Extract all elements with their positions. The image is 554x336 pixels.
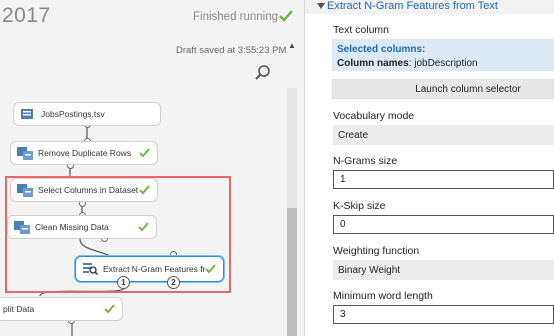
column-names-line: Column names: jobDescription: [337, 58, 478, 69]
column-names-label: Column names: [337, 58, 409, 69]
module-label: plit Data: [3, 304, 35, 314]
module-label: Remove Duplicate Rows: [38, 148, 132, 158]
experiment-canvas[interactable]: 2017 Finished running Draft saved at 3:5…: [0, 0, 304, 336]
ngrams-size-label: N-Grams size: [333, 155, 398, 167]
kskip-size-label: K-Skip size: [333, 200, 386, 212]
weighting-function-label: Weighting function: [333, 245, 420, 257]
min-word-length-input[interactable]: 3: [333, 305, 554, 324]
dataset-icon: [21, 109, 33, 119]
highlight-box: [5, 176, 231, 293]
selected-columns-box: Selected columns: Column names: jobDescr…: [332, 39, 554, 71]
vocabulary-mode-dropdown[interactable]: Create: [333, 125, 554, 145]
column-names-value: : jobDescription: [408, 58, 478, 69]
ngrams-size-input[interactable]: 1: [333, 170, 554, 189]
pane-header[interactable]: Extract N-Gram Features from Text: [305, 0, 554, 14]
collapse-triangle-icon[interactable]: [317, 3, 325, 9]
properties-pane: Extract N-Gram Features from Text Text c…: [305, 0, 554, 336]
min-word-length-label: Minimum word length: [333, 290, 433, 302]
pane-title: Extract N-Gram Features from Text: [327, 0, 498, 12]
module-jobspostings-dataset[interactable]: JobsPostings.tsv: [13, 102, 161, 126]
completed-check-icon: [104, 304, 115, 314]
vocabulary-mode-label: Vocabulary mode: [333, 110, 415, 122]
selected-columns-heading: Selected columns:: [337, 44, 426, 55]
text-column-label: Text column: [333, 24, 390, 36]
module-split-data[interactable]: plit Data: [0, 297, 123, 321]
kskip-size-input[interactable]: 0: [333, 215, 554, 234]
module-table-icon: [17, 147, 33, 160]
module-remove-duplicate-rows[interactable]: Remove Duplicate Rows: [10, 141, 158, 165]
module-label: JobsPostings.tsv: [41, 109, 105, 119]
weighting-function-dropdown[interactable]: Binary Weight: [333, 260, 554, 280]
completed-check-icon: [139, 148, 150, 158]
launch-column-selector-button[interactable]: Launch column selector: [332, 79, 554, 99]
